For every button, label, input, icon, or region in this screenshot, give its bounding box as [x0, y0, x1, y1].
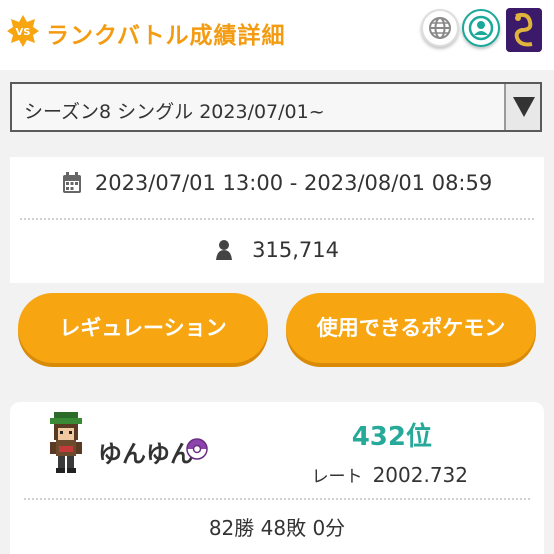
- vs-badge-label: VS: [16, 27, 31, 38]
- account-icon: [468, 15, 494, 41]
- regulation-button[interactable]: レギュレーション: [18, 293, 268, 363]
- app-header: VS ランクバトル成績詳細: [0, 0, 554, 70]
- usable-pokemon-button[interactable]: 使用できるポケモン: [286, 293, 536, 363]
- globe-button[interactable]: [421, 9, 459, 47]
- season-select-value: シーズン8 シングル 2023/07/01~: [24, 101, 325, 123]
- divider: [24, 498, 530, 500]
- rate-label: レート: [311, 467, 363, 487]
- section-gap: [0, 378, 554, 392]
- triangle-down-icon: [513, 97, 535, 117]
- trainer-avatar[interactable]: [506, 8, 542, 52]
- globe-icon: [429, 17, 451, 39]
- trainer-sprite-icon: [50, 412, 82, 473]
- rate-row: レート 2002.732: [312, 462, 468, 487]
- page-title: ランクバトル成績詳細: [46, 23, 286, 49]
- players-row: 315,714: [0, 238, 554, 274]
- divider: [20, 218, 534, 220]
- player-rank: 432位: [351, 422, 432, 452]
- player-card[interactable]: ゆんゆん 432位 レート 2002.732 82勝 48敗 0分: [10, 402, 544, 554]
- calendar-icon: [62, 172, 81, 193]
- period-row: 2023/07/01 13:00 - 2023/08/01 08:59: [10, 171, 544, 207]
- vs-badge-icon: VS: [7, 15, 39, 47]
- win-loss-record: 82勝 48敗 0分: [208, 516, 346, 540]
- season-period: 2023/07/01 13:00 - 2023/08/01 08:59: [94, 171, 493, 195]
- account-button[interactable]: [462, 9, 500, 47]
- season-select[interactable]: シーズン8 シングル 2023/07/01~: [10, 82, 542, 132]
- master-ball-icon: [186, 438, 208, 460]
- dragon-emblem-icon: [506, 8, 542, 52]
- player-count: 315,714: [252, 238, 339, 262]
- select-arrow-button[interactable]: [504, 84, 540, 130]
- rate-value: 2002.732: [372, 463, 468, 487]
- player-name: ゆんゆん: [98, 440, 194, 468]
- person-icon: [216, 240, 233, 260]
